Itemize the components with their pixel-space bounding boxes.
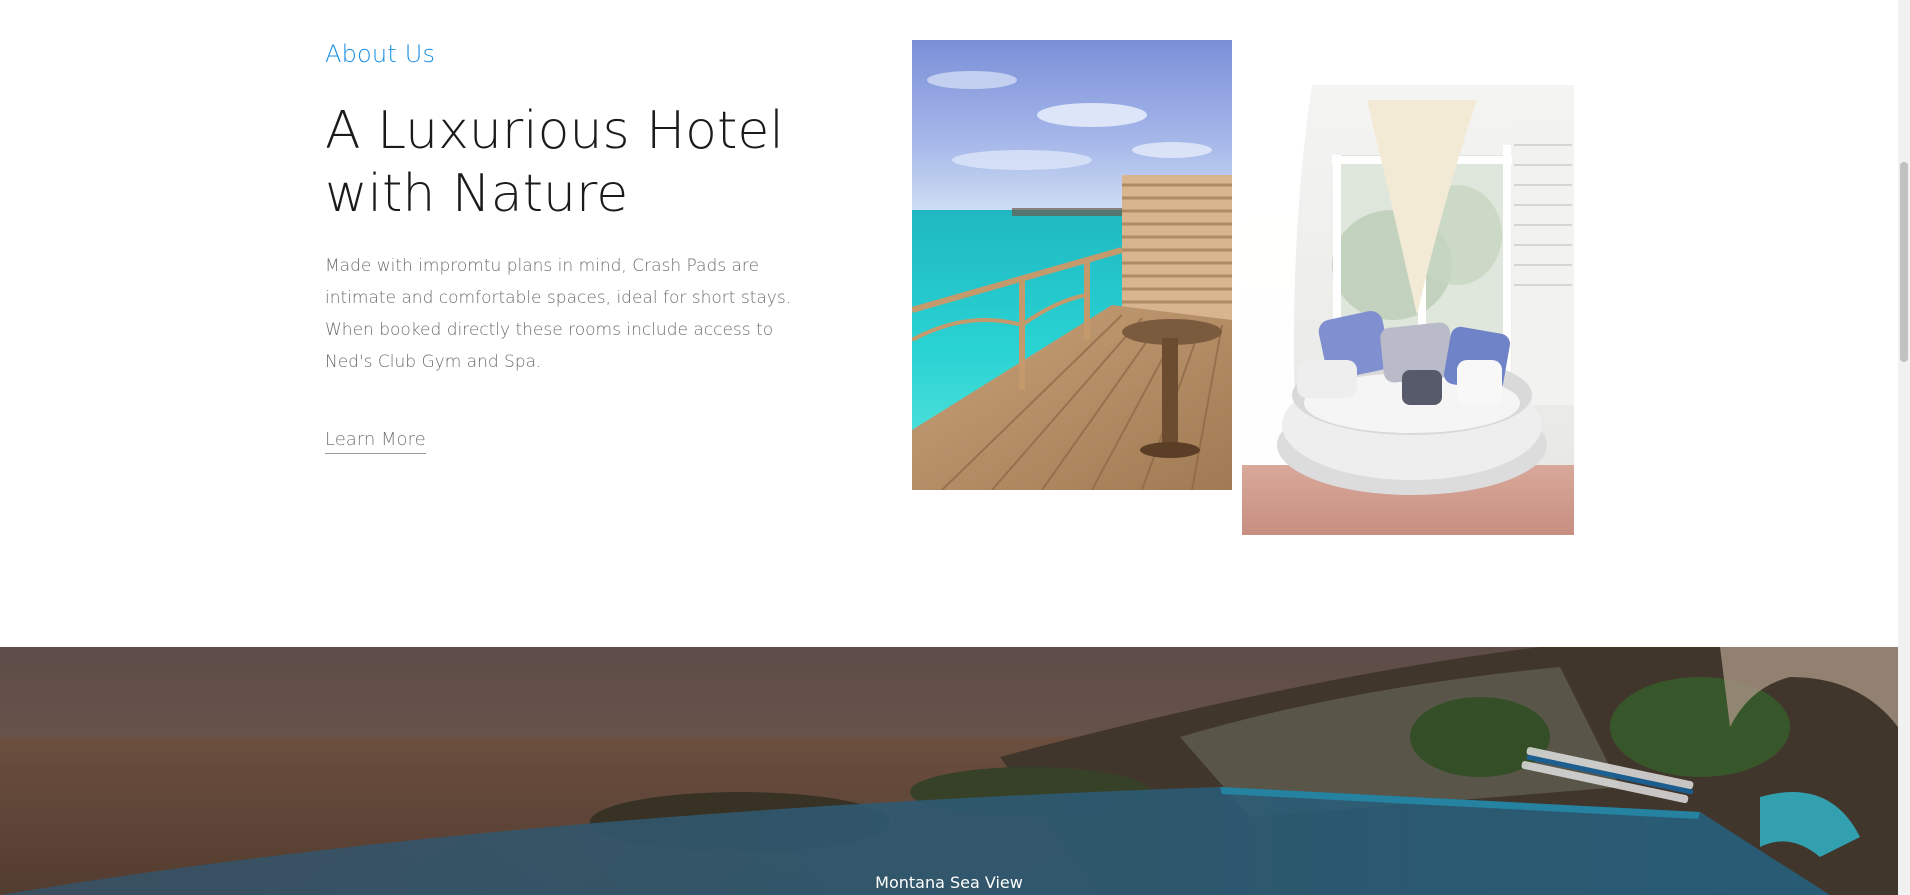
page: About Us A Luxurious Hotel with Nature M… xyxy=(0,0,1910,895)
page-scrollbar[interactable] xyxy=(1898,0,1910,895)
about-description: Made with impromtu plans in mind, Crash … xyxy=(325,256,792,372)
lounge-chair-photo xyxy=(1242,85,1574,535)
hero-banner: Montana Sea View xyxy=(0,647,1898,895)
overwater-deck-photo xyxy=(912,40,1232,490)
about-title: A Luxurious Hotel with Nature xyxy=(325,101,784,224)
about-kicker: About Us xyxy=(325,40,436,68)
learn-more-link[interactable]: Learn More xyxy=(325,429,426,454)
about-section: About Us A Luxurious Hotel with Nature M… xyxy=(0,0,1898,647)
hero-caption: Montana Sea View xyxy=(875,873,1023,892)
sea-view-pool-photo xyxy=(0,647,1898,895)
scrollbar-thumb[interactable] xyxy=(1900,162,1908,362)
